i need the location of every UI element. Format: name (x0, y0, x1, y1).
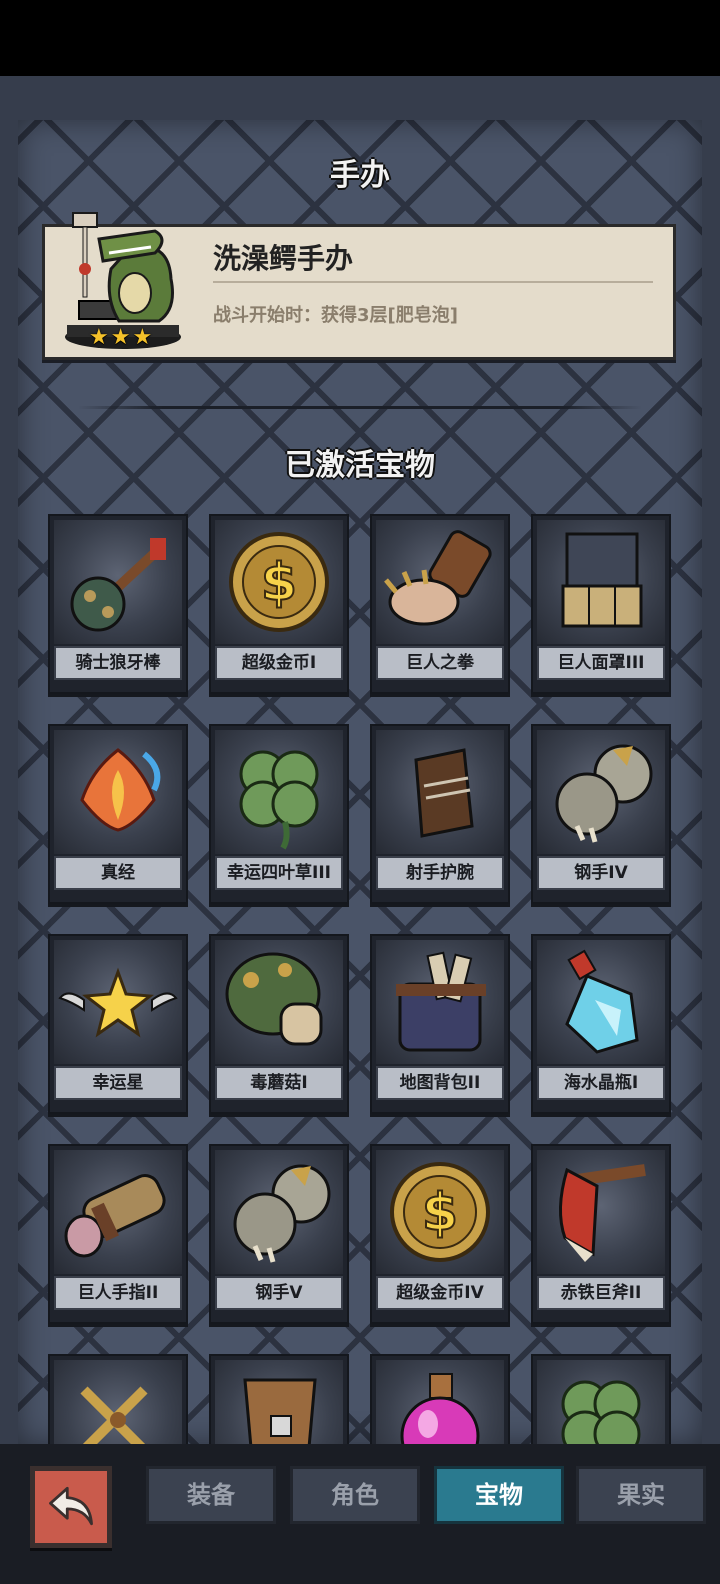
star-icon: ★ (89, 325, 109, 350)
tab-treasure[interactable]: 宝物 (434, 1466, 564, 1524)
figure-name: 洗澡鳄手办 (213, 242, 354, 275)
treasure-item[interactable]: 钢手IV (531, 724, 671, 904)
treasure-item[interactable]: 赤铁巨斧II (531, 1144, 671, 1324)
treasure-item[interactable]: 射手护腕 (370, 724, 510, 904)
treasure-item-label: 地图背包II (376, 1066, 504, 1100)
gold-coin-icon: $ (215, 520, 343, 644)
treasure-item[interactable]: 真经 (48, 724, 188, 904)
gold-coin-icon: $ (376, 1150, 504, 1274)
steel-gauntlet-icon (215, 1150, 343, 1274)
tab-character[interactable]: 角色 (290, 1466, 420, 1524)
back-button[interactable] (30, 1466, 112, 1548)
treasure-item[interactable]: 地图背包II (370, 934, 510, 1114)
treasure-panel[interactable]: 手办 ★ ★ ★ 洗澡鳄手办 战斗开始时：获得3层[肥皂泡] 已激活宝物 骑士狼… (18, 120, 702, 1444)
tab-fruit[interactable]: 果实 (576, 1466, 706, 1524)
winged-star-icon (54, 940, 182, 1064)
figure-divider (213, 281, 653, 283)
steel-gauntlet-icon (537, 730, 665, 854)
treasure-item[interactable]: 骑士狼牙棒 (48, 514, 188, 694)
flame-lotus-icon (54, 730, 182, 854)
figure-card[interactable]: ★ ★ ★ 洗澡鳄手办 战斗开始时：获得3层[肥皂泡] (42, 212, 676, 360)
giant-fist-icon (376, 520, 504, 644)
bottom-tab-bar: 装备 角色 宝物 果实 (0, 1444, 720, 1584)
sea-crystal-bottle-icon (537, 940, 665, 1064)
treasure-item-label: 超级金币I (215, 646, 343, 680)
treasure-item[interactable]: 幸运四叶草III (209, 724, 349, 904)
tab-equipment[interactable]: 装备 (146, 1466, 276, 1524)
treasure-item-label: 超级金币IV (376, 1276, 504, 1310)
four-leaf-clover-icon (537, 1360, 665, 1444)
treasure-item-label: 幸运四叶草III (215, 856, 343, 890)
figure-section-title: 手办 (330, 158, 390, 193)
treasure-item-label: 射手护腕 (376, 856, 504, 890)
treasure-item[interactable]: 幸运星 (48, 934, 188, 1114)
mace-icon (54, 520, 182, 644)
main-frame: 手办 ★ ★ ★ 洗澡鳄手办 战斗开始时：获得3层[肥皂泡] 已激活宝物 骑士狼… (0, 76, 720, 1444)
treasure-item[interactable]: 巨人之拳 (370, 514, 510, 694)
map-backpack-icon (376, 940, 504, 1064)
wooden-shield-icon (215, 1360, 343, 1444)
treasure-item-label: 巨人面罩III (537, 646, 665, 680)
treasure-item[interactable]: 海水晶瓶I (531, 934, 671, 1114)
treasure-item[interactable]: 巨人面罩III (531, 514, 671, 694)
pink-potion-icon (376, 1360, 504, 1444)
treasure-item[interactable] (48, 1354, 188, 1444)
treasure-item-label: 骑士狼牙棒 (54, 646, 182, 680)
treasure-item[interactable]: 巨人手指II (48, 1144, 188, 1324)
treasure-item-label: 巨人手指II (54, 1276, 182, 1310)
treasure-item-label: 毒蘑菇I (215, 1066, 343, 1100)
treasure-item[interactable] (370, 1354, 510, 1444)
red-axe-icon (537, 1150, 665, 1274)
top-bar (0, 0, 720, 76)
treasure-item[interactable]: 毒蘑菇I (209, 934, 349, 1114)
treasure-item-label: 钢手IV (537, 856, 665, 890)
figure-stars: ★ ★ ★ (89, 327, 152, 349)
treasure-item[interactable]: $ 超级金币IV (370, 1144, 510, 1324)
archer-bracer-icon (376, 730, 504, 854)
four-leaf-clover-icon (215, 730, 343, 854)
svg-text:$: $ (422, 1183, 458, 1243)
treasure-item-label: 巨人之拳 (376, 646, 504, 680)
treasure-item-label: 真经 (54, 856, 182, 890)
treasure-item[interactable]: 钢手V (209, 1144, 349, 1324)
treasure-item-label: 钢手V (215, 1276, 343, 1310)
giant-mask-icon (537, 520, 665, 644)
poison-mushroom-icon (215, 940, 343, 1064)
treasure-item-label: 幸运星 (54, 1066, 182, 1100)
giant-finger-icon (54, 1150, 182, 1274)
golden-scissors-icon (54, 1360, 182, 1444)
star-icon: ★ (110, 325, 131, 350)
treasure-item[interactable] (531, 1354, 671, 1444)
back-arrow-icon (49, 1486, 93, 1526)
treasure-item-label: 赤铁巨斧II (537, 1276, 665, 1310)
treasure-item[interactable]: $ 超级金币I (209, 514, 349, 694)
star-icon: ★ (132, 325, 153, 350)
treasure-item[interactable] (209, 1354, 349, 1444)
treasure-item-label: 海水晶瓶I (537, 1066, 665, 1100)
treasure-section-title: 已激活宝物 (285, 448, 435, 483)
svg-text:$: $ (261, 553, 297, 613)
section-divider (78, 406, 642, 409)
figure-description: 战斗开始时：获得3层[肥皂泡] (213, 305, 458, 326)
